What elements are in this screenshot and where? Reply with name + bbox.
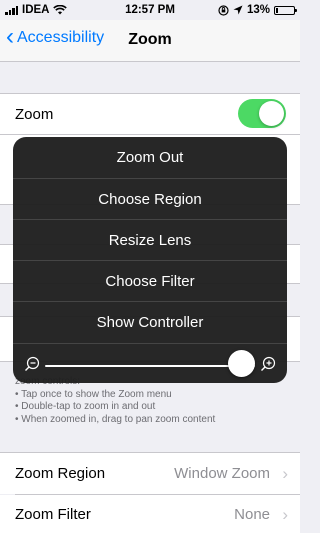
battery-icon	[274, 5, 297, 15]
show-controller-item[interactable]: Show Controller	[13, 302, 287, 343]
zoom-region-row[interactable]: Zoom Region Window Zoom ›	[0, 452, 300, 494]
resize-lens-item[interactable]: Resize Lens	[13, 220, 287, 261]
toggle-knob	[259, 101, 284, 126]
choose-region-item[interactable]: Choose Region	[13, 179, 287, 220]
status-bar: IDEA 12:57 PM 13%	[0, 0, 300, 20]
location-icon	[233, 5, 243, 15]
zoom-toggle-label: Zoom	[15, 106, 54, 123]
status-right: 13%	[218, 4, 297, 16]
choose-filter-item[interactable]: Choose Filter	[13, 261, 287, 302]
slider-knob[interactable]	[228, 350, 255, 377]
zoom-region-label: Zoom Region	[15, 465, 106, 482]
chevron-right-icon: ›	[282, 505, 288, 524]
battery-fill	[276, 7, 278, 13]
footnote-line: • Tap once to show the Zoom menu	[15, 388, 172, 400]
battery-percent: 13%	[246, 4, 270, 16]
page-title: Zoom	[128, 31, 172, 48]
zoom-in-icon[interactable]	[260, 356, 276, 372]
zoom-region-value: Window Zoom	[174, 465, 270, 482]
zoom-out-item[interactable]: Zoom Out	[13, 137, 287, 178]
zoom-menu: Zoom Out Choose Region Resize Lens Choos…	[13, 137, 287, 383]
footnote-line: • Double-tap to zoom in and out	[15, 401, 156, 412]
zoom-out-icon[interactable]	[24, 356, 40, 372]
zoom-toggle[interactable]	[238, 99, 286, 128]
zoom-level-slider[interactable]	[45, 365, 255, 367]
zoom-filter-row[interactable]: Zoom Filter None ›	[0, 495, 300, 533]
zoom-footnote: zoom controls: • Tap once to show the Zo…	[15, 376, 295, 426]
zoom-filter-label: Zoom Filter	[15, 506, 91, 523]
orientation-lock-icon	[218, 4, 229, 16]
chevron-right-icon: ›	[282, 464, 288, 483]
navigation-bar: ‹ Accessibility Zoom	[0, 20, 300, 62]
menu-divider	[13, 343, 287, 344]
footnote-line: • When zoomed in, drag to pan zoom conte…	[15, 413, 216, 425]
zoom-filter-value: None	[234, 506, 270, 523]
